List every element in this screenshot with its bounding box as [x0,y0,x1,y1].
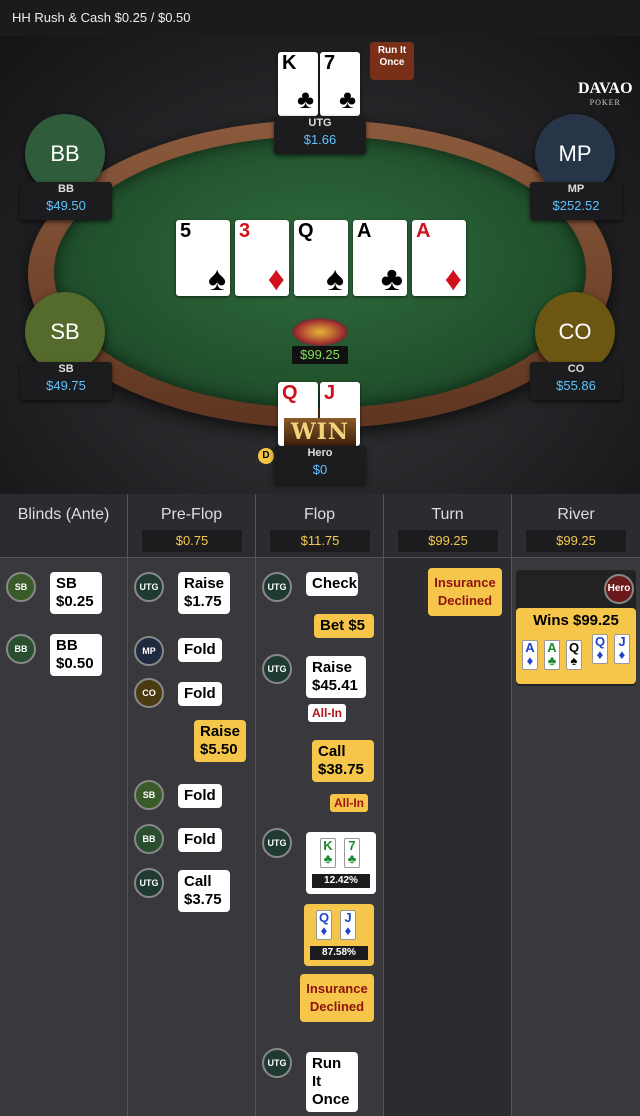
avatar-utg: UTG [134,572,164,602]
column-flop: Flop $11.75 UTG Check Bet $5 UTG Raise $45… [256,494,384,1116]
mp-nameplate: MP $252.52 [530,182,622,220]
poker-table-area: DAVAO POKER K ♣ 7 ♣ UTG $1.66 Run It Once BB… [0,36,640,494]
board-card-1: 5 ♠ [176,220,230,296]
winner-panel: Hero Wins $99.25 A ♦ A ♣ Q ♠ Q ♦ J ♦ [516,570,636,686]
mini-card: K ♣ [320,838,336,868]
hero-nameplate[interactable]: Hero $0 [274,446,366,484]
hero-equity-card: Q ♦ J ♦ 87.58% [304,904,374,966]
equity-percent: 87.58% [310,946,368,960]
action-bb-blind: BB $0.50 [50,634,102,676]
winner-badge: Wins $99.25 A ♦ A ♣ Q ♠ Q ♦ J ♦ [516,608,636,684]
column-blinds: Blinds (Ante) SB SB $0.25 BB BB $0.50 [0,494,128,1116]
avatar-sb: SB [134,780,164,810]
utg-equity-card: K ♣ 7 ♣ 12.42% [306,832,376,894]
column-title: Flop [303,506,336,523]
pot-amount: $99.25 [292,346,348,364]
win-banner: WIN [284,418,356,446]
avatar-utg: UTG [134,868,164,898]
mini-card: Q ♦ [592,634,608,664]
board-card-3: Q ♠ [294,220,348,296]
board-card-5: A ♦ [412,220,466,296]
column-pot: $99.25 [398,530,498,552]
avatar-utg: UTG [262,1048,292,1078]
insurance-declined-badge: Insurance Declined [428,568,502,616]
avatar-mp: MP [134,636,164,666]
avatar-hero: Hero [604,574,634,604]
mini-card: Q ♠ [566,640,582,670]
mini-card: J ♦ [614,634,630,664]
action-bb-fold: Fold [178,828,222,852]
action-utg-raise: Raise $45.41 [306,656,366,698]
action-hero-call: Call $38.75 [312,740,374,782]
dealer-button-icon: D [258,448,274,464]
action-hero-bet: Bet $5 [314,614,374,638]
action-run-it-once: Run It Once [306,1052,358,1112]
action-sb-fold: Fold [178,784,222,808]
action-hero-raise: Raise $5.50 [194,720,246,762]
sb-nameplate: SB $49.75 [20,362,112,400]
column-title: Turn [431,506,464,523]
all-in-tag: All-In [308,704,346,722]
davao-poker-logo: DAVAO POKER [578,80,633,108]
mini-card: A ♦ [522,640,538,670]
board-card-4: A ♣ [353,220,407,296]
column-pot: $0.75 [142,530,242,552]
column-title: Blinds (Ante) [17,506,110,523]
run-it-once-bubble: Run It Once [370,42,414,80]
win-amount: Wins $99.25 [533,612,619,629]
action-history: Blinds (Ante) SB SB $0.25 BB BB $0.50 Pre-… [0,494,640,1116]
column-title: Pre-Flop [160,506,223,523]
action-utg-call: Call $3.75 [178,870,230,912]
avatar-co: CO [134,678,164,708]
seat-co[interactable]: CO [535,292,615,372]
avatar-utg: UTG [262,828,292,858]
mini-card: 7 ♣ [344,838,360,868]
action-sb-blind: SB $0.25 [50,572,102,614]
hand-history-screen: HH Rush & Cash $0.25 / $0.50 DAVAO POKER … [0,0,640,1116]
bb-nameplate: BB $49.50 [20,182,112,220]
action-utg-raise: Raise $1.75 [178,572,230,614]
action-co-fold: Fold [178,682,222,706]
equity-percent: 12.42% [312,874,370,888]
pot-chips-icon [292,318,348,346]
header-title: HH Rush & Cash $0.25 / $0.50 [0,0,640,36]
board-card-2: 3 ♦ [235,220,289,296]
avatar-sb: SB [6,572,36,602]
action-utg-check: Check [306,572,358,596]
all-in-tag: All-In [330,794,368,812]
mini-card: Q ♦ [316,910,332,940]
mini-card: A ♣ [544,640,560,670]
mini-card: J ♦ [340,910,356,940]
avatar-utg: UTG [262,572,292,602]
utg-card-2: 7 ♣ [320,52,360,116]
column-turn: Turn $99.25 Insurance Declined [384,494,512,1116]
avatar-bb: BB [6,634,36,664]
column-title: River [557,506,595,523]
utg-card-1: K ♣ [278,52,318,116]
action-mp-fold: Fold [178,638,222,662]
column-river: River $99.25 Hero Wins $99.25 A ♦ A ♣ Q ♠ Q ♦… [512,494,640,1116]
avatar-bb: BB [134,824,164,854]
avatar-utg: UTG [262,654,292,684]
column-preflop: Pre-Flop $0.75 UTG Raise $1.75 MP Fold CO … [128,494,256,1116]
utg-nameplate[interactable]: UTG $1.66 [274,116,366,154]
insurance-declined-badge: Insurance Declined [300,974,374,1022]
co-nameplate: CO $55.86 [530,362,622,400]
column-pot: $11.75 [270,530,370,552]
seat-sb[interactable]: SB [25,292,105,372]
column-pot: $99.25 [526,530,626,552]
